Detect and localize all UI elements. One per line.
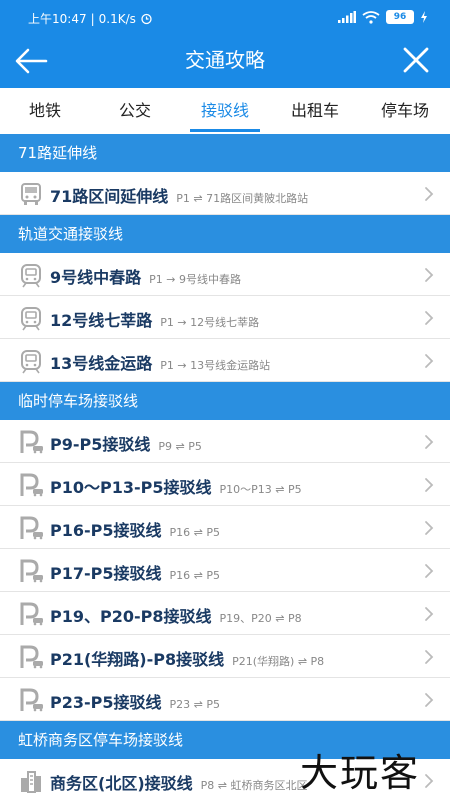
parking-icon <box>18 644 44 670</box>
shuttle-row[interactable]: P19、P20-P8接驳线 P19、P20 ⇌ P8 <box>0 592 450 635</box>
tab-shuttle[interactable]: 接驳线 <box>180 88 270 134</box>
chevron-right-icon <box>424 310 434 326</box>
row-route: P9 ⇌ P5 <box>158 440 202 453</box>
row-name: P9-P5接驳线 <box>50 435 151 454</box>
parking-icon <box>18 601 44 627</box>
section-header: 轨道交通接驳线 <box>0 215 450 253</box>
chevron-right-icon <box>424 353 434 369</box>
chevron-right-icon <box>424 186 434 202</box>
row-route: P1 → 9号线中春路 <box>149 273 241 286</box>
row-title: 12号线七莘路 P1 → 12号线七莘路 <box>50 307 259 331</box>
row-name: P21(华翔路)-P8接驳线 <box>50 650 225 669</box>
row-name: P16-P5接驳线 <box>50 521 162 540</box>
status-bar: 上午10:47 | 0.1K/s 96 <box>0 0 450 36</box>
row-route: P8 ⇌ 虹桥商务区北区 <box>200 779 308 792</box>
row-name: P23-P5接驳线 <box>50 693 162 712</box>
parking-icon <box>18 472 44 498</box>
chevron-right-icon <box>424 434 434 450</box>
row-name: 12号线七莘路 <box>50 311 153 330</box>
shuttle-row[interactable]: P16-P5接驳线 P16 ⇌ P5 <box>0 506 450 549</box>
metro-icon <box>18 348 44 374</box>
app-header: 上午10:47 | 0.1K/s 96 交通攻略 <box>0 0 450 88</box>
row-title: P23-P5接驳线 P23 ⇌ P5 <box>50 689 220 713</box>
row-name: 9号线中春路 <box>50 268 142 287</box>
parking-icon <box>18 429 44 455</box>
row-route: P10〜P13 ⇌ P5 <box>219 483 302 496</box>
shuttle-row[interactable]: 9号线中春路 P1 → 9号线中春路 <box>0 253 450 296</box>
row-name: 商务区(北区)接驳线 <box>50 774 193 793</box>
row-route: P1 → 12号线七莘路 <box>160 316 260 329</box>
chevron-right-icon <box>424 520 434 536</box>
chevron-right-icon <box>424 649 434 665</box>
row-title: P16-P5接驳线 P16 ⇌ P5 <box>50 517 220 541</box>
tab-bus[interactable]: 公交 <box>90 88 180 134</box>
row-title: P17-P5接驳线 P16 ⇌ P5 <box>50 560 220 584</box>
alarm-icon <box>141 13 152 25</box>
row-route: P1 ⇌ 71路区间黄陂北路站 <box>176 192 309 205</box>
shuttle-row[interactable]: 12号线七莘路 P1 → 12号线七莘路 <box>0 296 450 339</box>
tab-taxi[interactable]: 出租车 <box>270 88 360 134</box>
shuttle-row[interactable]: P23-P5接驳线 P23 ⇌ P5 <box>0 678 450 721</box>
tab-metro[interactable]: 地铁 <box>0 88 90 134</box>
tab-bar: 地铁 公交 接驳线 出租车 停车场 <box>0 88 450 134</box>
row-route: P23 ⇌ P5 <box>169 698 220 711</box>
parking-icon <box>18 687 44 713</box>
shuttle-row[interactable]: P9-P5接驳线 P9 ⇌ P5 <box>0 420 450 463</box>
shuttle-row[interactable]: 13号线金运路 P1 → 13号线金运路站 <box>0 339 450 382</box>
battery-icon: 96 <box>386 10 414 24</box>
status-speed: 0.1K/s <box>98 11 136 26</box>
row-title: 9号线中春路 P1 → 9号线中春路 <box>50 264 241 288</box>
shuttle-list: 71路延伸线 71路区间延伸线 P1 ⇌ 71路区间黄陂北路站轨道交通接驳线 9号线中… <box>0 134 450 800</box>
row-title: 71路区间延伸线 P1 ⇌ 71路区间黄陂北路站 <box>50 183 308 207</box>
signal-icon <box>338 11 356 23</box>
section-header: 临时停车场接驳线 <box>0 382 450 420</box>
row-name: P19、P20-P8接驳线 <box>50 607 212 626</box>
shuttle-row[interactable]: 71路区间延伸线 P1 ⇌ 71路区间黄陂北路站 <box>0 172 450 215</box>
row-title: 13号线金运路 P1 → 13号线金运路站 <box>50 350 270 374</box>
page-title: 交通攻略 <box>185 48 265 72</box>
row-route: P19、P20 ⇌ P8 <box>219 612 302 625</box>
status-time: 上午10:47 <box>28 12 87 26</box>
title-bar: 交通攻略 <box>0 36 450 84</box>
row-title: P19、P20-P8接驳线 P19、P20 ⇌ P8 <box>50 603 302 627</box>
row-route: P16 ⇌ P5 <box>169 526 220 539</box>
chevron-right-icon <box>424 606 434 622</box>
chevron-right-icon <box>424 267 434 283</box>
section-header: 71路延伸线 <box>0 134 450 172</box>
row-route: P16 ⇌ P5 <box>169 569 220 582</box>
chevron-right-icon <box>424 773 434 789</box>
row-title: P9-P5接驳线 P9 ⇌ P5 <box>50 431 202 455</box>
tab-parking[interactable]: 停车场 <box>360 88 450 134</box>
row-name: 71路区间延伸线 <box>50 187 169 206</box>
watermark-logo: 大玩客 <box>300 751 421 795</box>
chevron-right-icon <box>424 692 434 708</box>
row-name: P10〜P13-P5接驳线 <box>50 478 212 497</box>
parking-icon <box>18 558 44 584</box>
chevron-right-icon <box>424 477 434 493</box>
wifi-icon <box>362 10 380 24</box>
row-route: P1 → 13号线金运路站 <box>160 359 271 372</box>
chevron-right-icon <box>424 563 434 579</box>
row-title: P21(华翔路)-P8接驳线 P21(华翔路) ⇌ P8 <box>50 646 324 670</box>
parking-icon <box>18 515 44 541</box>
shuttle-row[interactable]: P21(华翔路)-P8接驳线 P21(华翔路) ⇌ P8 <box>0 635 450 678</box>
row-route: P21(华翔路) ⇌ P8 <box>232 655 325 668</box>
metro-icon <box>18 305 44 331</box>
row-name: P17-P5接驳线 <box>50 564 162 583</box>
shuttle-row[interactable]: P17-P5接驳线 P16 ⇌ P5 <box>0 549 450 592</box>
bus-icon <box>18 181 44 207</box>
charging-icon <box>421 11 427 23</box>
row-title: P10〜P13-P5接驳线 P10〜P13 ⇌ P5 <box>50 474 302 498</box>
close-button[interactable] <box>398 42 434 78</box>
row-title: 商务区(北区)接驳线 P8 ⇌ 虹桥商务区北区 <box>50 770 307 794</box>
building-icon <box>18 768 44 794</box>
shuttle-row[interactable]: P10〜P13-P5接驳线 P10〜P13 ⇌ P5 <box>0 463 450 506</box>
row-name: 13号线金运路 <box>50 354 153 373</box>
metro-icon <box>18 262 44 288</box>
